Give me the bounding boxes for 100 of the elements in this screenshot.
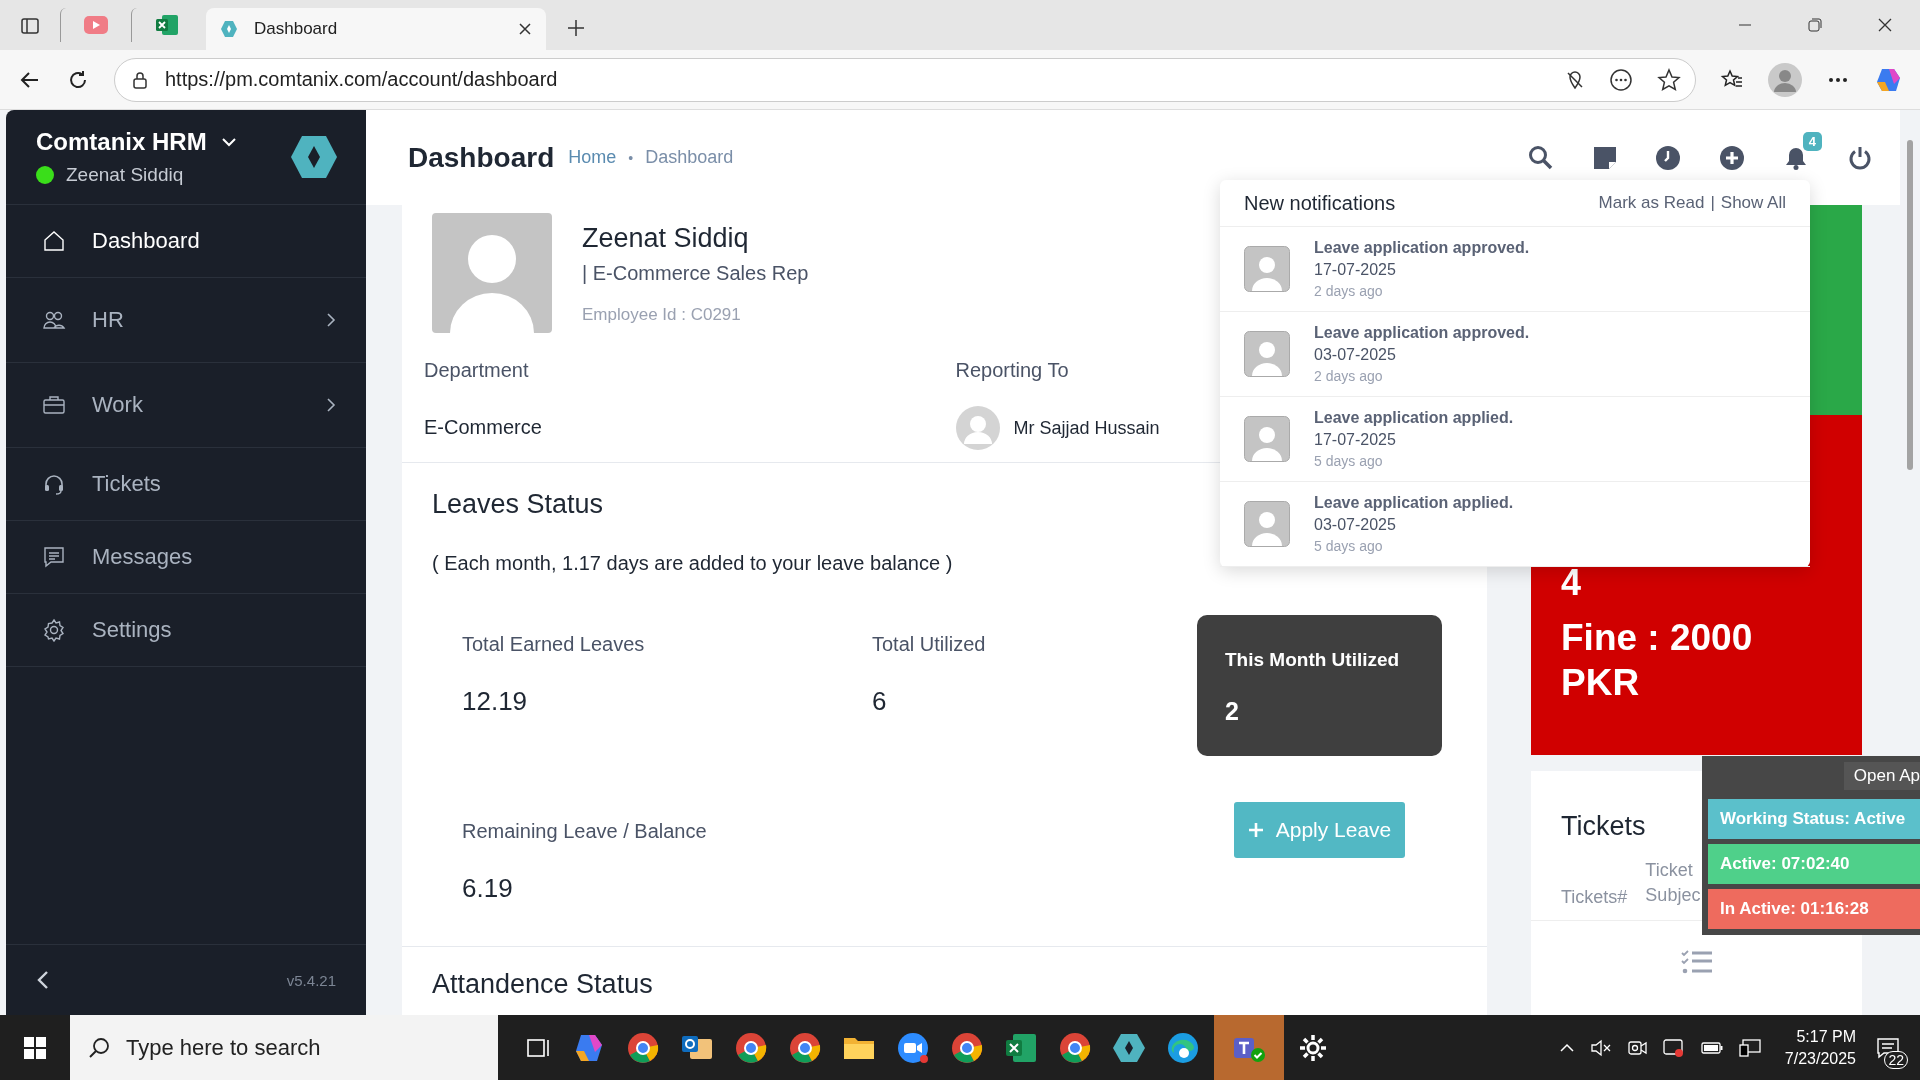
star-icon[interactable] <box>1657 67 1681 92</box>
lock-icon <box>131 70 149 89</box>
speaker-muted-icon[interactable] <box>1590 1038 1611 1057</box>
search-icon <box>88 1036 110 1059</box>
avatar-icon <box>1244 416 1290 462</box>
home-icon <box>42 229 66 253</box>
notification-time: 2 days ago <box>1314 368 1384 384</box>
open-app-button[interactable]: Open Ap <box>1843 762 1920 790</box>
close-icon[interactable] <box>1878 18 1892 32</box>
tab-title: Dashboard <box>254 19 339 39</box>
avatar-icon <box>1244 331 1290 377</box>
notification-item[interactable]: Leave application applied. 17-07-2025 5 days ago <box>1220 397 1810 482</box>
employee-name: Zeenat Siddiq <box>582 223 750 254</box>
breadcrumb-link[interactable]: Home <box>568 147 617 168</box>
scrollbar-thumb[interactable] <box>1907 140 1913 470</box>
stat-label: Remaining Leave / Balance <box>462 820 708 843</box>
nav-item[interactable]: Messages <box>6 521 366 594</box>
status-bar: Active: 07:02:40 <box>1708 844 1920 884</box>
briefcase-icon <box>42 393 66 417</box>
taskbar-search-field[interactable]: Type here to search <box>70 1015 498 1080</box>
stat-value: 6.19 <box>462 873 514 904</box>
settings-icon[interactable] <box>1298 1032 1328 1063</box>
notification-title: Leave application approved. <box>1314 324 1530 342</box>
chevron-down-icon[interactable] <box>220 137 237 147</box>
chevron-up-icon[interactable] <box>1558 1042 1575 1053</box>
screen-record-icon[interactable] <box>1662 1037 1685 1058</box>
settings-icon <box>42 618 66 642</box>
stat-value: 2 <box>1225 697 1240 726</box>
nav-item[interactable]: Tickets <box>6 448 366 521</box>
add-circle-icon[interactable] <box>1720 145 1744 170</box>
nav-item[interactable]: Work <box>6 363 366 448</box>
checklist-icon <box>1680 949 1713 976</box>
user-name: Zeenat Siddiq <box>66 164 184 186</box>
message-icon <box>42 545 66 569</box>
notification-action-link[interactable]: Show All <box>1720 193 1786 213</box>
notification-count-badge: 22 <box>1884 1050 1908 1069</box>
new-tab-icon[interactable] <box>566 18 586 38</box>
brand-name: Comtanix HRM <box>36 128 207 156</box>
column-header: Tickets# <box>1561 887 1628 909</box>
headset-icon <box>42 472 66 496</box>
browser-icon[interactable] <box>950 1030 984 1065</box>
power-icon[interactable] <box>1848 145 1872 170</box>
sidebar-toggle-icon[interactable] <box>20 16 40 36</box>
status-bar: In Active: 01:16:28 <box>1708 889 1920 929</box>
browser-icon[interactable] <box>734 1030 768 1065</box>
notification-item[interactable]: Leave application approved. 03-07-2025 2 days ago <box>1220 312 1810 397</box>
notification-title: Leave application applied. <box>1314 494 1514 512</box>
employee-id: Employee Id : C0291 <box>582 305 742 325</box>
bell-icon[interactable] <box>1784 145 1808 170</box>
browser-icon[interactable] <box>626 1030 660 1065</box>
stat-label: Total Utilized <box>872 633 987 656</box>
clock-icon[interactable] <box>1656 145 1680 170</box>
clock-date: 7/23/2025 <box>1784 1049 1856 1068</box>
notification-date: 17-07-2025 <box>1314 431 1397 449</box>
department-value: E-Commerce <box>424 416 543 439</box>
notification-date: 17-07-2025 <box>1314 261 1397 279</box>
field-label: Department <box>424 359 529 382</box>
hexagon-icon <box>220 20 238 38</box>
fine-amount: Fine : 2000 PKR <box>1561 616 1754 705</box>
notification-count-badge: 4 <box>1802 131 1822 151</box>
plus-icon <box>1247 822 1264 838</box>
restore-icon[interactable] <box>1808 18 1822 32</box>
more-circle-icon[interactable] <box>1609 67 1633 92</box>
network-icon[interactable] <box>1738 1038 1761 1057</box>
video-app-icon[interactable] <box>896 1030 930 1065</box>
windows-start-icon[interactable] <box>24 1036 46 1059</box>
nav-item[interactable]: Dashboard <box>6 205 366 278</box>
separator: | <box>1710 193 1715 213</box>
sticky-note-icon[interactable] <box>1594 146 1616 169</box>
breadcrumb-separator: • <box>628 149 634 166</box>
notification-action-link[interactable]: Mark as Read <box>1598 193 1705 213</box>
browser-icon[interactable] <box>1058 1030 1092 1065</box>
tracking-off-icon[interactable] <box>1565 69 1585 90</box>
battery-icon[interactable] <box>1700 1040 1723 1055</box>
leave-note: ( Each month, 1.17 days are added to your leave balance ) <box>432 552 954 575</box>
notification-time: 2 days ago <box>1314 283 1384 299</box>
stat-value: 6 <box>872 686 888 717</box>
address-bar[interactable]: https://pm.comtanix.com/account/dashboard <box>114 57 1696 102</box>
notification-item[interactable]: Leave application approved. 17-07-2025 2 days ago <box>1220 227 1810 312</box>
nav-item[interactable]: Settings <box>6 594 366 667</box>
manager-name: Mr Sajjad Hussain <box>1013 417 1160 439</box>
collapse-chevron-icon[interactable] <box>36 970 50 990</box>
dropdown-title: New notifications <box>1244 191 1396 215</box>
notification-item[interactable]: Leave application applied. 03-07-2025 5 days ago <box>1220 482 1810 567</box>
notification-time: 5 days ago <box>1314 453 1384 469</box>
avatar-icon <box>1244 246 1290 292</box>
spreadsheet-icon <box>156 15 178 35</box>
browser-icon[interactable] <box>1166 1030 1200 1065</box>
stat-label: This Month Utilized <box>1225 649 1401 671</box>
avatar-icon <box>955 406 1000 450</box>
nav-item[interactable]: HR <box>6 278 366 363</box>
browser-icon[interactable] <box>788 1030 822 1065</box>
notification-date: 03-07-2025 <box>1314 346 1397 364</box>
browser-tab[interactable]: Dashboard <box>206 8 546 50</box>
camera-icon[interactable] <box>1626 1038 1647 1057</box>
version-label: v5.4.21 <box>286 971 336 989</box>
profile-avatar-icon[interactable] <box>1768 62 1802 97</box>
close-icon[interactable] <box>518 22 532 36</box>
page-title: Dashboard <box>408 141 555 174</box>
search-icon[interactable] <box>1528 144 1554 171</box>
